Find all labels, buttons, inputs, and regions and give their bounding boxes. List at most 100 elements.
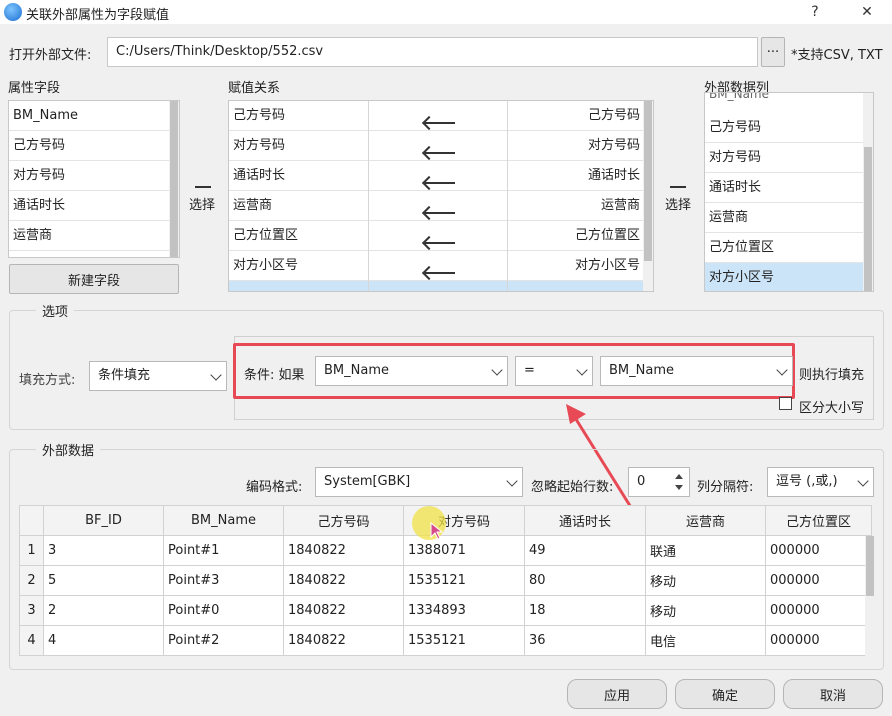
file-path-input[interactable]: C:/Users/Think/Desktop/552.csv	[107, 37, 758, 67]
table-cell[interactable]: 000000	[765, 535, 872, 566]
new-field-button[interactable]: 新建字段	[9, 264, 179, 294]
assignment-row[interactable]: 对方号码 对方号码	[229, 131, 643, 161]
list-item[interactable]: 运营商	[9, 221, 169, 251]
close-button[interactable]: ✕	[852, 0, 882, 24]
table-cell[interactable]: 5	[43, 565, 164, 596]
assignment-row[interactable]: 通话时长 通话时长	[229, 161, 643, 191]
table-cell[interactable]: 联通	[645, 535, 766, 566]
assignment-selected-row[interactable]	[229, 281, 643, 291]
table-cell[interactable]: 1840822	[283, 625, 404, 656]
table-cell[interactable]: 1840822	[283, 565, 404, 596]
skip-rows-stepper[interactable]: 0	[628, 467, 690, 497]
table-cell[interactable]: 4	[43, 625, 164, 656]
arrow-left-icon	[425, 212, 455, 214]
browse-button[interactable]: ···	[761, 37, 785, 67]
table-cell[interactable]: 1840822	[283, 595, 404, 626]
table-cell[interactable]: 49	[524, 535, 646, 566]
assignment-target-field: 对方小区号	[233, 258, 299, 273]
attribute-field-list[interactable]: BM_Name 己方号码 对方号码 通话时长 运营商	[8, 100, 180, 258]
column-header[interactable]: 己方号码	[283, 505, 404, 536]
list-item[interactable]: 运营商	[705, 203, 863, 233]
table-row[interactable]: 2 5 Point#3 1840822 1535121 80 移动 000000	[19, 565, 872, 596]
list-item[interactable]: 通话时长	[705, 173, 863, 203]
table-corner	[19, 505, 44, 536]
table-cell[interactable]: 1535121	[403, 625, 525, 656]
table-cell[interactable]: 1334893	[403, 595, 525, 626]
table-cell[interactable]: 18	[524, 595, 646, 626]
table-cell[interactable]: 1535121	[403, 565, 525, 596]
attribute-list-scrollbar[interactable]	[169, 101, 179, 257]
table-cell[interactable]: Point#3	[163, 565, 284, 596]
table-cell[interactable]: 3	[43, 535, 164, 566]
list-item[interactable]: 己方位置区	[705, 233, 863, 263]
select-external-button[interactable]: 选择	[662, 182, 694, 216]
assignment-row[interactable]: 己方号码 己方号码	[229, 101, 643, 131]
table-scrollbar[interactable]	[865, 536, 875, 656]
list-item-selected[interactable]: 对方小区号	[705, 263, 863, 291]
table-cell[interactable]: 移动	[645, 595, 766, 626]
assignment-row[interactable]: 对方小区号 对方小区号	[229, 251, 643, 281]
table-cell[interactable]: Point#0	[163, 595, 284, 626]
list-item[interactable]: BM_Name	[9, 101, 169, 131]
external-list-scroll-thumb[interactable]	[864, 147, 872, 291]
external-list-scrollbar[interactable]	[863, 93, 873, 291]
assignment-scrollbar[interactable]	[643, 101, 653, 291]
table-cell[interactable]: 000000	[765, 595, 872, 626]
column-header[interactable]: BM_Name	[163, 505, 284, 536]
list-item[interactable]: 己方号码	[705, 113, 863, 143]
attribute-list-scroll-thumb[interactable]	[170, 101, 178, 257]
external-data-table[interactable]: BF_ID BM_Name 己方号码 对方号码 通话时长 运营商 己方位置区 1 3 Point…	[19, 505, 872, 656]
table-cell[interactable]: 电信	[645, 625, 766, 656]
chevron-down-icon	[776, 364, 788, 376]
condition-operator-select[interactable]: =	[515, 356, 593, 386]
table-cell[interactable]: Point#2	[163, 625, 284, 656]
table-cell[interactable]: 移动	[645, 565, 766, 596]
table-row[interactable]: 1 3 Point#1 1840822 1388071 49 联通 000000	[19, 535, 872, 566]
table-cell[interactable]: 000000	[765, 565, 872, 596]
arrow-left-icon	[425, 122, 455, 124]
assignment-table[interactable]: 己方号码 己方号码 对方号码 对方号码 通话时长 通话时长 运营商 运营商 己方位置区 己方位置区…	[228, 100, 654, 292]
stepper-down-icon[interactable]	[675, 485, 683, 490]
list-item[interactable]: 通话时长	[9, 191, 169, 221]
assignment-row[interactable]: 己方位置区 己方位置区	[229, 221, 643, 251]
column-header[interactable]: 己方位置区	[765, 505, 872, 536]
assignment-row[interactable]: 运营商 运营商	[229, 191, 643, 221]
table-cell[interactable]: Point#1	[163, 535, 284, 566]
table-scroll-thumb[interactable]	[866, 536, 874, 596]
separator-select[interactable]: 逗号 (,或,)	[767, 467, 874, 497]
encoding-select[interactable]: System[GBK]	[315, 467, 523, 497]
select-label: 选择	[665, 198, 692, 213]
assignment-source-column: 对方小区号	[574, 258, 640, 273]
table-cell[interactable]: 1840822	[283, 535, 404, 566]
case-sensitive-checkbox[interactable]	[779, 397, 792, 410]
column-header[interactable]: 运营商	[645, 505, 766, 536]
fill-mode-select[interactable]: 条件填充	[89, 361, 227, 391]
help-button[interactable]: ?	[800, 0, 830, 24]
table-cell[interactable]: 1388071	[403, 535, 525, 566]
condition-value-select[interactable]: BM_Name	[600, 356, 793, 386]
table-cell[interactable]: 000000	[765, 625, 872, 656]
list-item[interactable]: 己方号码	[9, 131, 169, 161]
external-column-list[interactable]: BM_Name 己方号码 对方号码 通话时长 运营商 己方位置区 对方小区号	[704, 92, 874, 292]
table-cell[interactable]: 80	[524, 565, 646, 596]
assignment-target-field: 通话时长	[233, 168, 286, 183]
list-item[interactable]: BM_Name	[705, 93, 865, 106]
apply-button[interactable]: 应用	[567, 679, 667, 709]
select-attribute-button[interactable]: 选择	[188, 182, 220, 216]
cancel-button[interactable]: 取消	[783, 679, 883, 709]
skip-rows-label: 忽略起始行数:	[531, 480, 614, 495]
ok-button[interactable]: 确定	[675, 679, 775, 709]
stepper-up-icon[interactable]	[675, 474, 683, 479]
column-header[interactable]: BF_ID	[43, 505, 164, 536]
table-row[interactable]: 4 4 Point#2 1840822 1535121 36 电信 000000	[19, 625, 872, 656]
app-logo-icon	[4, 3, 22, 21]
column-header[interactable]: 通话时长	[524, 505, 646, 536]
table-cell[interactable]: 36	[524, 625, 646, 656]
condition-field-select[interactable]: BM_Name	[315, 356, 508, 386]
table-row[interactable]: 3 2 Point#0 1840822 1334893 18 移动 000000	[19, 595, 872, 626]
assignment-scroll-thumb[interactable]	[644, 101, 652, 261]
assignment-source-column: 己方号码	[587, 108, 640, 123]
table-cell[interactable]: 2	[43, 595, 164, 626]
list-item[interactable]: 对方号码	[9, 161, 169, 191]
list-item[interactable]: 对方号码	[705, 143, 863, 173]
